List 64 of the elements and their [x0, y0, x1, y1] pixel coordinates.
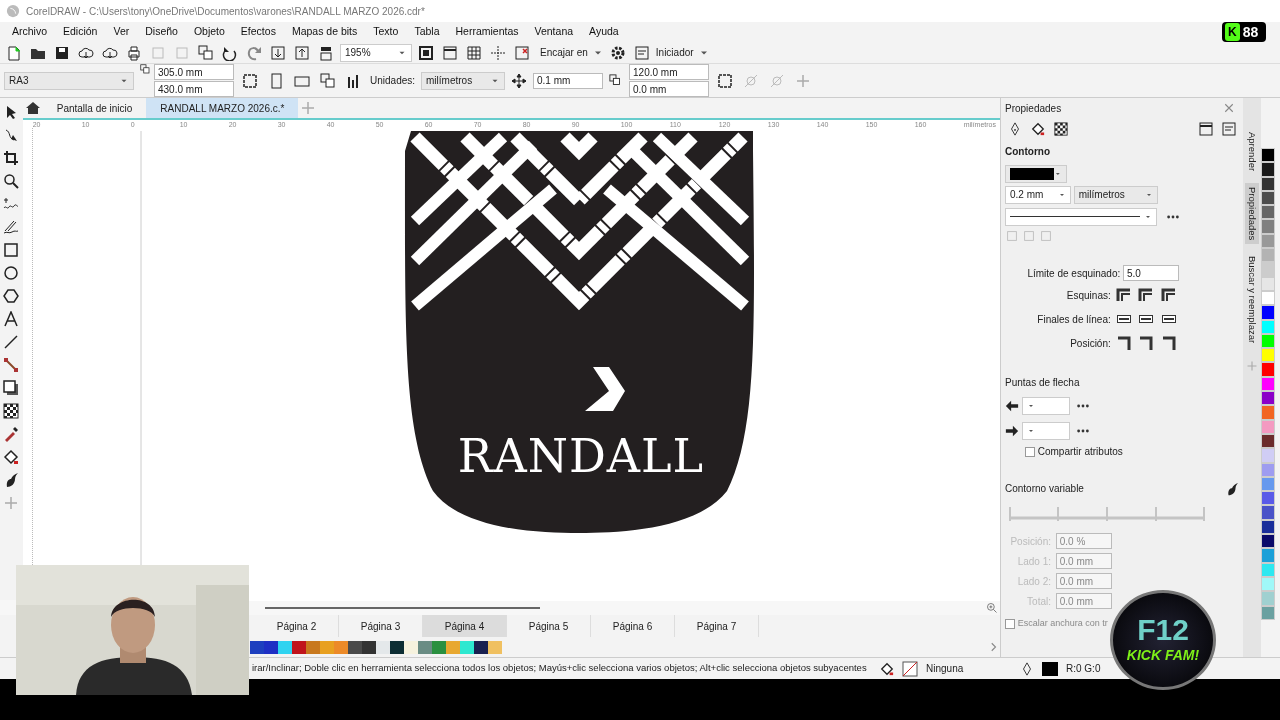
units-value: milímetros	[426, 74, 473, 88]
width-field[interactable]: 305.0 mm	[154, 64, 234, 80]
menu-item[interactable]: Edición	[55, 24, 106, 40]
field-label: Límite de esquinado:	[1027, 266, 1121, 281]
side-tab[interactable]: Aprender	[1244, 128, 1260, 176]
field-label: Finales de línea:	[1037, 312, 1111, 327]
document-tab[interactable]: RANDALL MARZO 2026.c.*	[146, 98, 299, 118]
menu-item[interactable]: Herramientas	[447, 24, 527, 40]
menu-item[interactable]: Archivo	[4, 24, 55, 40]
zoom-dropdown[interactable]: 195%	[340, 43, 412, 62]
units-dropdown[interactable]: milímetros	[1073, 185, 1158, 204]
launcher-dropdown[interactable]: Iniciador	[655, 45, 694, 60]
field-label: Esquinas:	[1066, 288, 1111, 303]
page-tab[interactable]: Página 2	[255, 615, 339, 637]
units-value: milímetros	[1078, 188, 1125, 203]
page-tab[interactable]: Página 7	[675, 615, 759, 637]
duplicate-y-field[interactable]: 0.0 mm	[629, 81, 710, 97]
document-tab[interactable]: Pantalla de inicio	[42, 98, 147, 118]
field-label: Posición:	[1070, 336, 1111, 351]
paper-size-dropdown[interactable]: RA3	[4, 71, 134, 90]
miter-limit-field[interactable]: 5.0	[1123, 265, 1179, 282]
value-field[interactable]: 0.0 mm	[1055, 553, 1112, 570]
menu-item[interactable]: Efectos	[232, 24, 284, 40]
fill-status: Ninguna	[926, 662, 965, 676]
duplicate-x-field[interactable]: 120.0 mm	[629, 64, 710, 80]
page-tab[interactable]: Página 6	[591, 615, 675, 637]
value-field[interactable]: 0.0 mm	[1055, 573, 1112, 590]
width-value: 0.2 mm	[1010, 188, 1044, 203]
value-field[interactable]: 0.0 %	[1055, 533, 1112, 550]
checkbox-label: Escalar anchura con tr	[1017, 617, 1108, 631]
badge-letter: K	[1225, 23, 1240, 41]
checkbox-label: Compartir atributos	[1037, 445, 1123, 459]
snap-dropdown[interactable]: Encajar en	[540, 45, 588, 60]
paper-size-value: RA3	[9, 74, 29, 88]
menu-item[interactable]: Tabla	[406, 24, 448, 40]
menu-item[interactable]: Ventana	[526, 24, 582, 40]
menu-item[interactable]: Ver	[105, 24, 138, 40]
width-dropdown[interactable]: 0.2 mm	[1005, 185, 1071, 204]
units-dropdown[interactable]: milímetros	[421, 71, 506, 90]
side-tab[interactable]: Propiedades	[1244, 183, 1260, 245]
height-field[interactable]: 430.0 mm	[154, 81, 234, 97]
menu-item[interactable]: Diseño	[137, 24, 186, 40]
units-label: Unidades:	[370, 74, 416, 88]
menu-item[interactable]: Texto	[365, 24, 407, 40]
value-field[interactable]: 0.0 mm	[1055, 593, 1112, 610]
page-tab[interactable]: Página 4	[423, 615, 507, 637]
logo-title: F12	[1137, 614, 1189, 645]
outline-status: R:0 G:0	[1066, 662, 1101, 676]
shield-text: RANDALL	[457, 429, 704, 483]
page-tab[interactable]: Página 5	[507, 615, 591, 637]
section-title: Contorno variable	[1005, 482, 1084, 496]
window-title: CorelDRAW - C:\Users\tony\OneDrive\Documentos\varones\RANDALL MARZO 2026.cdr*	[26, 4, 425, 19]
menu-item[interactable]: Mapas de bits	[283, 24, 366, 40]
section-title: Puntas de flecha	[1005, 376, 1081, 391]
section-title: Contorno	[1005, 145, 1051, 159]
badge-count: 88	[1242, 22, 1259, 42]
menu-item[interactable]: Objeto	[185, 24, 233, 40]
menu-item[interactable]: Ayuda	[581, 24, 627, 40]
side-tab[interactable]: Buscar y reemplazar	[1244, 252, 1260, 348]
logo-subtitle: KICK FAM!	[1126, 645, 1200, 665]
status-hint: irar/Inclinar; Doble clic en herramienta selecciona todos los objetos; Mayús+clic selecciona varios objetos; Alt+clic selecciona objetos subyacentes	[252, 661, 868, 676]
panel-title: Propiedades	[1005, 101, 1062, 116]
zoom-value: 195%	[345, 46, 371, 60]
nudge-field[interactable]: 0.1 mm	[533, 72, 604, 89]
